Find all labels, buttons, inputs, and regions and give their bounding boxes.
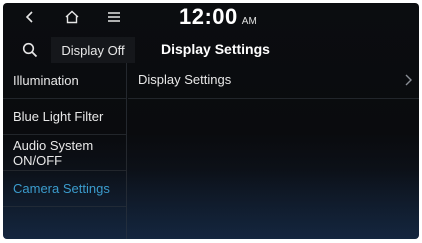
sidebar-item-label: Audio System ON/OFF bbox=[13, 137, 94, 168]
sidebar-item-camera-settings[interactable]: Camera Settings bbox=[3, 171, 127, 207]
home-icon bbox=[65, 10, 79, 24]
chevron-right-icon bbox=[405, 74, 412, 86]
list-item-label: Display Settings bbox=[138, 72, 232, 87]
settings-list: Display Settings bbox=[128, 63, 419, 239]
display-off-button[interactable]: Display Off bbox=[51, 37, 135, 63]
clock-time: 12:00 bbox=[179, 4, 238, 29]
search-button[interactable] bbox=[17, 38, 43, 62]
menu-icon bbox=[108, 12, 120, 22]
sidebar-item-label: Illumination bbox=[13, 73, 79, 88]
back-button[interactable] bbox=[17, 6, 43, 28]
back-icon bbox=[25, 11, 33, 23]
sidebar-item-audio-system[interactable]: Audio System ON/OFF bbox=[3, 135, 127, 171]
header-toolbar: Display Off Display Settings bbox=[3, 37, 419, 63]
clock: 12:00 AM bbox=[179, 4, 257, 30]
page-title: Display Settings bbox=[161, 41, 270, 57]
sidebar-item-label: Blue Light Filter bbox=[13, 109, 104, 124]
clock-ampm: AM bbox=[241, 16, 257, 27]
home-button[interactable] bbox=[59, 6, 85, 28]
list-item-display-settings[interactable]: Display Settings bbox=[128, 63, 419, 99]
status-bar: 12:00 AM bbox=[3, 3, 419, 31]
sidebar: Illumination Blue Light Filter Audio Sys… bbox=[3, 63, 127, 239]
sidebar-item-illumination[interactable]: Illumination bbox=[3, 63, 127, 99]
sidebar-item-blue-light-filter[interactable]: Blue Light Filter bbox=[3, 99, 127, 135]
sidebar-item-label: Camera Settings bbox=[13, 181, 110, 196]
search-icon bbox=[22, 42, 38, 58]
menu-button[interactable] bbox=[101, 6, 127, 28]
car-display-screen: 12:00 AM Display Off Display Settings Il… bbox=[3, 3, 419, 239]
